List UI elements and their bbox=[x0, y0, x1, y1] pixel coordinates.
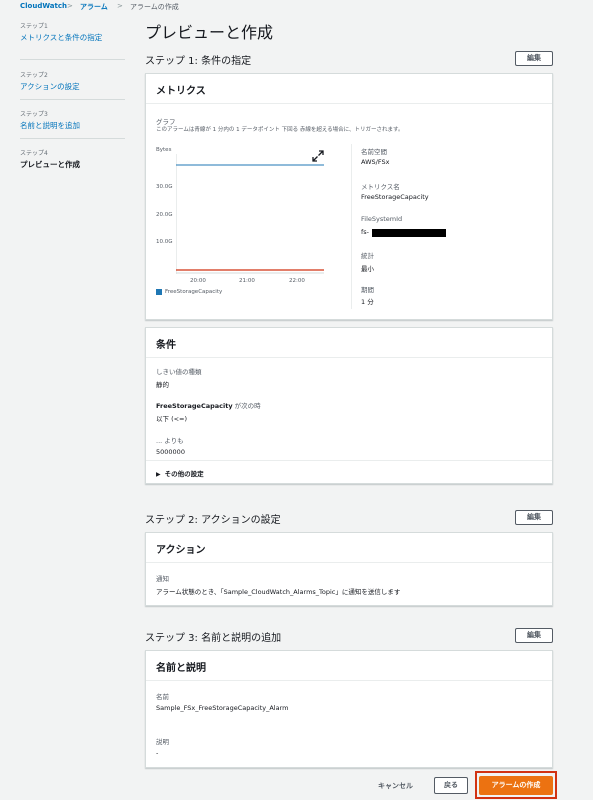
when-label: FreeStorageCapacity が次の時 bbox=[156, 402, 261, 410]
graph-unit-label: Bytes bbox=[156, 147, 172, 153]
actions-panel: アクション 通知 アラーム状態のとき、「Sample_CloudWatch_Al… bbox=[145, 532, 553, 606]
name-description-panel: 名前と説明 名前 Sample_FSx_FreeStorageCapacity_… bbox=[145, 650, 553, 768]
than-label: ... よりも bbox=[156, 437, 184, 445]
conditions-panel-title: 条件 bbox=[156, 340, 176, 351]
redacted-block bbox=[372, 229, 446, 237]
description-label: 説明 bbox=[156, 738, 169, 746]
description-value: - bbox=[156, 749, 159, 757]
wizard-step-1[interactable]: ステップ1 メトリクスと条件の指定 bbox=[20, 21, 125, 60]
page-title: プレビューと作成 bbox=[145, 23, 274, 42]
breadcrumb-alarms[interactable]: アラーム bbox=[80, 2, 108, 12]
step3-edit-button[interactable]: 編集 bbox=[515, 628, 553, 643]
other-settings-toggle[interactable]: ▶ その他の設定 bbox=[156, 468, 204, 478]
back-button[interactable]: 戻る bbox=[434, 777, 468, 794]
x-tick-label: 20:00 bbox=[190, 278, 206, 284]
wizard-step-number: ステップ4 bbox=[20, 150, 48, 157]
detail-value: AWS/FSx bbox=[361, 158, 390, 166]
notification-label: 通知 bbox=[156, 575, 169, 583]
step1-title: ステップ 1: 条件の指定 bbox=[145, 56, 252, 67]
conditions-panel-header: 条件 bbox=[146, 328, 552, 358]
y-tick-label: 30.0G bbox=[156, 184, 173, 190]
graph-plot-area bbox=[176, 154, 324, 274]
cancel-button[interactable]: キャンセル bbox=[378, 781, 413, 791]
detail-label: メトリクス名 bbox=[361, 183, 400, 191]
detail-label: 期間 bbox=[361, 286, 374, 294]
x-tick-label: 21:00 bbox=[239, 278, 255, 284]
name-description-panel-header: 名前と説明 bbox=[146, 651, 552, 681]
metrics-panel: メトリクス グラフ このアラームは青線が 1 分内の 1 データポイント 下回る… bbox=[145, 73, 553, 320]
when-value: 以下 (<=) bbox=[156, 415, 188, 423]
create-alarm-button[interactable]: アラームの作成 bbox=[479, 776, 553, 795]
column-divider bbox=[351, 144, 352, 309]
x-tick-label: 22:00 bbox=[289, 278, 305, 284]
breadcrumb: CloudWatch > アラーム > アラームの作成 bbox=[0, 0, 593, 14]
wizard-step-number: ステップ2 bbox=[20, 72, 48, 79]
detail-value: fs- bbox=[361, 228, 370, 236]
conditions-panel: 条件 しきい値の種類 静的 FreeStorageCapacity が次の時 以… bbox=[145, 327, 553, 484]
metrics-panel-title: メトリクス bbox=[156, 86, 206, 97]
step1-edit-button[interactable]: 編集 bbox=[515, 51, 553, 66]
step2-title: ステップ 2: アクションの設定 bbox=[145, 515, 281, 526]
wizard-step-2[interactable]: ステップ2 アクションの設定 bbox=[20, 70, 125, 100]
detail-label: 名前空間 bbox=[361, 148, 387, 156]
y-tick-label: 20.0G bbox=[156, 212, 173, 218]
threshold-type-label: しきい値の種類 bbox=[156, 368, 202, 376]
detail-label: 統計 bbox=[361, 252, 374, 260]
step3-title: ステップ 3: 名前と説明の追加 bbox=[145, 633, 282, 644]
detail-value: 最小 bbox=[361, 265, 374, 273]
breadcrumb-separator-icon: > bbox=[67, 2, 73, 10]
breadcrumb-current: アラームの作成 bbox=[130, 3, 179, 11]
threshold-type-value: 静的 bbox=[156, 381, 169, 389]
wizard-step-label[interactable]: 名前と説明を追加 bbox=[20, 120, 125, 131]
divider bbox=[146, 460, 552, 461]
alarm-name-label: 名前 bbox=[156, 693, 169, 701]
breadcrumb-separator-icon: > bbox=[117, 2, 123, 10]
alarm-name-value: Sample_FSx_FreeStorageCapacity_Alarm bbox=[156, 704, 289, 712]
breadcrumb-cloudwatch[interactable]: CloudWatch bbox=[20, 2, 67, 10]
than-value: 5000000 bbox=[156, 448, 185, 456]
detail-label: FileSystemId bbox=[361, 215, 403, 223]
wizard-step-4: ステップ4 プレビューと作成 bbox=[20, 148, 125, 178]
actions-panel-title: アクション bbox=[156, 545, 206, 556]
name-description-panel-title: 名前と説明 bbox=[156, 663, 206, 674]
graph-description: このアラームは青線が 1 分内の 1 データポイント 下回る 赤線を超える場合に… bbox=[156, 127, 404, 133]
wizard-step-label: プレビューと作成 bbox=[20, 160, 80, 169]
wizard-step-label[interactable]: アクションの設定 bbox=[20, 81, 125, 92]
wizard-step-number: ステップ1 bbox=[20, 23, 48, 30]
legend-swatch bbox=[156, 289, 162, 295]
detail-value: 1 分 bbox=[361, 298, 374, 306]
detail-value: FreeStorageCapacity bbox=[361, 193, 429, 201]
wizard-step-label[interactable]: メトリクスと条件の指定 bbox=[20, 32, 125, 43]
notification-text: アラーム状態のとき、「Sample_CloudWatch_Alarms_Topi… bbox=[156, 588, 401, 596]
y-tick-label: 10.0G bbox=[156, 239, 173, 245]
caret-right-icon: ▶ bbox=[156, 471, 161, 478]
legend-label: FreeStorageCapacity bbox=[165, 289, 223, 295]
step2-edit-button[interactable]: 編集 bbox=[515, 510, 553, 525]
wizard-step-3[interactable]: ステップ3 名前と説明を追加 bbox=[20, 109, 125, 139]
metrics-panel-header: メトリクス bbox=[146, 74, 552, 104]
wizard-step-number: ステップ3 bbox=[20, 111, 48, 118]
actions-panel-header: アクション bbox=[146, 533, 552, 563]
